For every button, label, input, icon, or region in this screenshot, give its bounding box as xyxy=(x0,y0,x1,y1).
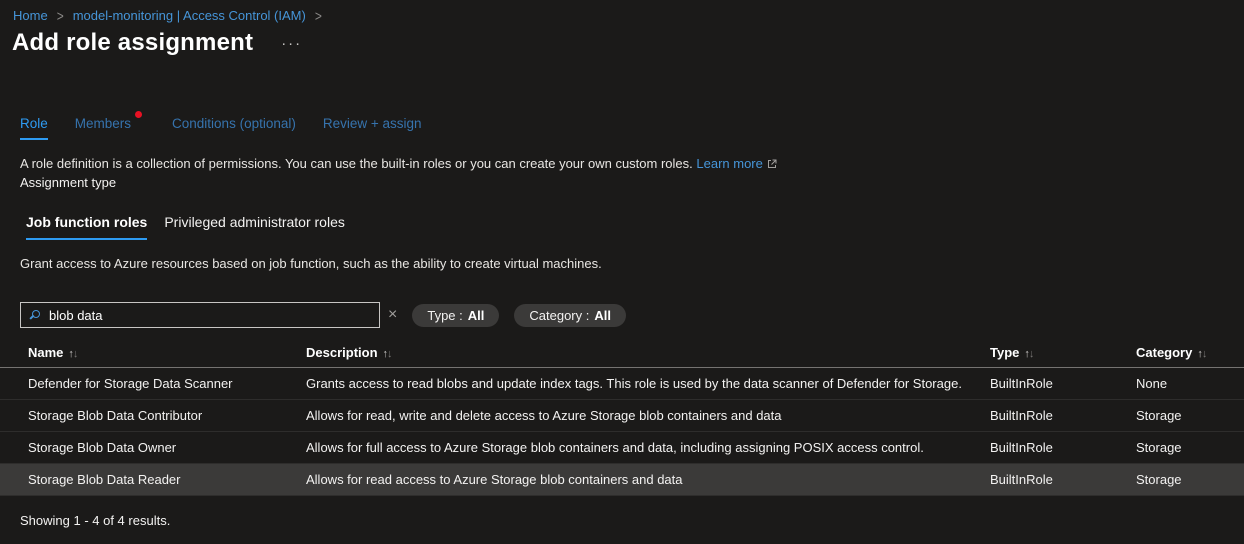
more-options-button[interactable]: ··· xyxy=(281,36,302,51)
tab-role[interactable]: Role xyxy=(20,116,48,140)
tab-members-label: Members xyxy=(75,116,131,131)
category-filter-label: Category : xyxy=(529,308,589,323)
role-description-cell: Allows for read, write and delete access… xyxy=(306,408,990,423)
title-row: Add role assignment ··· xyxy=(12,29,302,57)
column-header-name[interactable]: Name↑↓ xyxy=(0,345,306,360)
column-header-description[interactable]: Description↑↓ xyxy=(306,345,990,360)
role-type-cell: BuiltInRole xyxy=(990,472,1136,487)
sort-icon: ↑↓ xyxy=(1197,348,1206,360)
role-type-cell: BuiltInRole xyxy=(990,440,1136,455)
role-name-cell: Storage Blob Data Contributor xyxy=(0,408,306,423)
role-category-cell: Storage xyxy=(1136,440,1244,455)
breadcrumb-resource-link[interactable]: model-monitoring | Access Control (IAM) xyxy=(73,8,306,23)
role-description-cell: Allows for read access to Azure Storage … xyxy=(306,472,990,487)
tab-members[interactable]: Members xyxy=(75,116,131,140)
grant-access-text: Grant access to Azure resources based on… xyxy=(20,256,602,271)
sort-icon: ↑↓ xyxy=(383,348,392,360)
role-category-cell: None xyxy=(1136,376,1244,391)
role-name-cell: Defender for Storage Data Scanner xyxy=(0,376,306,391)
tab-conditions[interactable]: Conditions (optional) xyxy=(172,116,296,140)
role-category-cell: Storage xyxy=(1136,472,1244,487)
assignment-type-tabs: Job function roles Privileged administra… xyxy=(26,214,345,240)
breadcrumb: Home > model-monitoring | Access Control… xyxy=(13,8,322,23)
type-filter-pill[interactable]: Type : All xyxy=(412,304,499,327)
role-search-box[interactable] xyxy=(20,302,380,328)
role-name-cell: Storage Blob Data Owner xyxy=(0,440,306,455)
sort-icon: ↑↓ xyxy=(68,348,77,360)
role-type-cell: BuiltInRole xyxy=(990,376,1136,391)
category-filter-value: All xyxy=(594,308,611,323)
learn-more-link[interactable]: Learn more xyxy=(696,156,776,171)
sort-icon: ↑↓ xyxy=(1024,348,1033,360)
column-header-category[interactable]: Category↑↓ xyxy=(1136,345,1244,360)
breadcrumb-home-link[interactable]: Home xyxy=(13,8,48,23)
wizard-tabs: Role Members Conditions (optional) Revie… xyxy=(20,116,422,140)
search-input[interactable] xyxy=(49,308,371,323)
category-filter-pill[interactable]: Category : All xyxy=(514,304,626,327)
table-header-row: Name↑↓ Description↑↓ Type↑↓ Category↑↓ xyxy=(0,337,1244,368)
role-type-cell: BuiltInRole xyxy=(990,408,1136,423)
add-role-assignment-page: Home > model-monitoring | Access Control… xyxy=(0,0,1244,544)
column-header-type[interactable]: Type↑↓ xyxy=(990,345,1136,360)
search-filter-row: × Type : All Category : All xyxy=(20,302,626,328)
role-name-cell: Storage Blob Data Reader xyxy=(0,472,306,487)
roles-table: Name↑↓ Description↑↓ Type↑↓ Category↑↓ D… xyxy=(0,337,1244,496)
role-definition-description: A role definition is a collection of per… xyxy=(20,156,777,171)
assignment-type-label: Assignment type xyxy=(20,175,116,190)
table-row[interactable]: Defender for Storage Data Scanner Grants… xyxy=(0,368,1244,400)
role-description-cell: Grants access to read blobs and update i… xyxy=(306,376,990,391)
type-filter-value: All xyxy=(468,308,485,323)
clear-search-icon[interactable]: × xyxy=(388,307,397,323)
members-notification-dot xyxy=(135,111,142,118)
type-filter-label: Type : xyxy=(427,308,462,323)
role-description-cell: Allows for full access to Azure Storage … xyxy=(306,440,990,455)
table-row[interactable]: Storage Blob Data Contributor Allows for… xyxy=(0,400,1244,432)
role-category-cell: Storage xyxy=(1136,408,1244,423)
external-link-icon xyxy=(767,159,777,169)
search-icon xyxy=(29,309,41,322)
tab-job-function-roles[interactable]: Job function roles xyxy=(26,214,147,240)
table-row-selected[interactable]: Storage Blob Data Reader Allows for read… xyxy=(0,464,1244,496)
chevron-right-icon: > xyxy=(57,7,64,24)
chevron-right-icon: > xyxy=(315,7,322,24)
page-title: Add role assignment xyxy=(12,29,253,57)
tab-privileged-administrator-roles[interactable]: Privileged administrator roles xyxy=(164,214,345,240)
role-definition-text: A role definition is a collection of per… xyxy=(20,156,693,171)
table-row[interactable]: Storage Blob Data Owner Allows for full … xyxy=(0,432,1244,464)
results-count-text: Showing 1 - 4 of 4 results. xyxy=(20,513,170,528)
tab-review-assign[interactable]: Review + assign xyxy=(323,116,422,140)
